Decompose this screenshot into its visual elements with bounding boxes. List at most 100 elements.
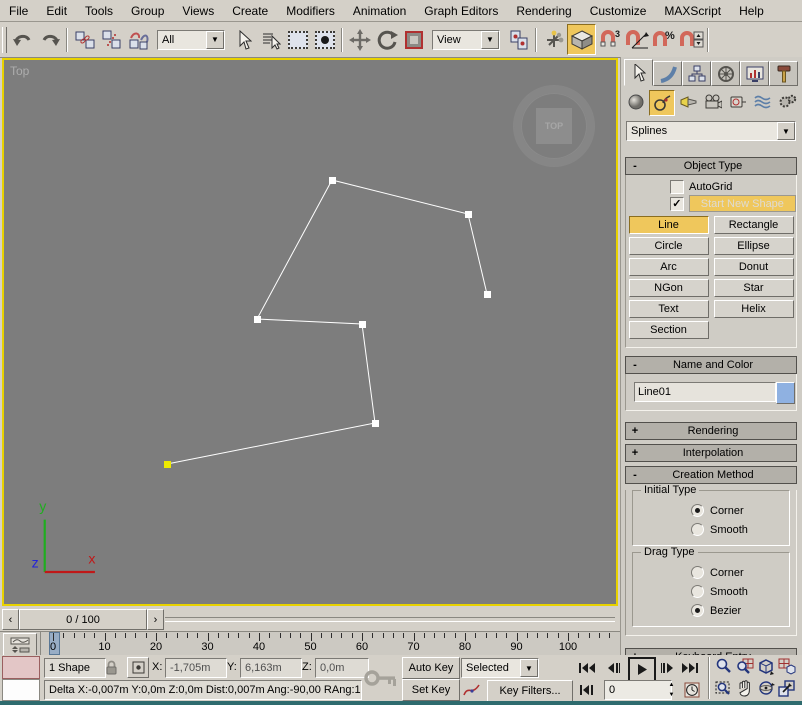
menu-views[interactable]: Views xyxy=(173,2,223,20)
helpers-category-button[interactable] xyxy=(726,90,750,114)
macro-recorder-swatch[interactable] xyxy=(2,656,40,679)
use-pivot-point-center-button[interactable] xyxy=(505,25,532,54)
rollout-interpolation[interactable]: +Interpolation xyxy=(625,444,797,462)
start-new-shape-checkbox[interactable]: ✓ xyxy=(670,197,684,211)
menu-rendering[interactable]: Rendering xyxy=(507,2,580,20)
select-and-link-button[interactable] xyxy=(71,25,98,54)
zoom-region-button[interactable] xyxy=(714,678,733,699)
object-name-field[interactable]: Line01 xyxy=(634,382,776,402)
window-crossing-button[interactable] xyxy=(311,25,338,54)
key-filters-button[interactable]: Key Filters... xyxy=(487,680,573,702)
undo-button[interactable] xyxy=(9,25,36,54)
select-and-scale-button[interactable] xyxy=(400,25,427,54)
select-and-manipulate-button[interactable] xyxy=(540,25,567,54)
start-new-shape-button[interactable]: Start New Shape xyxy=(689,195,796,212)
shapes-category-button[interactable] xyxy=(649,90,675,116)
rollout-object-type[interactable]: -Object Type xyxy=(625,157,797,175)
object-type-helix-button[interactable]: Helix xyxy=(714,300,794,318)
object-type-rectangle-button[interactable]: Rectangle xyxy=(714,216,794,234)
z-coordinate-field[interactable]: 0,0m xyxy=(315,658,369,678)
select-and-move-button[interactable] xyxy=(346,25,373,54)
object-type-ellipse-button[interactable]: Ellipse xyxy=(714,237,794,255)
track-bar-ruler[interactable]: 0102030405060708090100 xyxy=(40,632,621,656)
snaps-toggle-button[interactable] xyxy=(567,24,596,55)
radio-smooth[interactable]: Smooth xyxy=(633,520,789,539)
time-slider-next-button[interactable]: › xyxy=(147,609,164,630)
radio-bezier[interactable]: Bezier xyxy=(633,601,789,620)
arc-rotate-button[interactable] xyxy=(756,678,775,699)
rollout-keyboard-entry[interactable]: +Keyboard Entry xyxy=(625,648,797,655)
key-mode-toggle-button[interactable] xyxy=(576,680,598,700)
zoom-extents-button[interactable] xyxy=(756,656,775,677)
chevron-down-icon[interactable]: ▼ xyxy=(206,31,224,49)
key-mode-dropdown[interactable]: Selected ▼ xyxy=(461,658,539,678)
object-type-section-button[interactable]: Section xyxy=(629,321,709,339)
lights-category-button[interactable] xyxy=(676,90,700,114)
play-button[interactable] xyxy=(628,657,656,682)
open-mini-curve-editor-button[interactable] xyxy=(3,633,37,656)
chevron-down-icon[interactable]: ▼ xyxy=(777,122,795,140)
object-type-line-button[interactable]: Line xyxy=(629,216,709,234)
menu-modifiers[interactable]: Modifiers xyxy=(277,2,344,20)
tab-create[interactable] xyxy=(624,59,653,86)
tab-display[interactable] xyxy=(740,61,769,86)
spline-category-dropdown[interactable]: Splines ▼ xyxy=(626,121,796,141)
menu-help[interactable]: Help xyxy=(730,2,773,20)
keyboard-shortcut-override-toggle[interactable] xyxy=(362,661,400,695)
zoom-button[interactable] xyxy=(714,656,733,677)
object-color-swatch[interactable] xyxy=(776,382,795,404)
menu-edit[interactable]: Edit xyxy=(37,2,76,20)
rollout-rendering[interactable]: +Rendering xyxy=(625,422,797,440)
object-type-circle-button[interactable]: Circle xyxy=(629,237,709,255)
zoom-extents-all-button[interactable] xyxy=(777,656,796,677)
selection-filter-dropdown[interactable]: All ▼ xyxy=(157,30,225,50)
radio-corner[interactable]: Corner xyxy=(633,501,789,520)
tab-motion[interactable] xyxy=(711,61,740,86)
unlink-selection-button[interactable] xyxy=(98,25,125,54)
tab-utilities[interactable] xyxy=(769,61,798,86)
bind-to-space-warp-button[interactable] xyxy=(125,25,152,54)
spinner-up-icon[interactable]: ▲ xyxy=(666,680,677,690)
menu-maxscript[interactable]: MAXScript xyxy=(655,2,730,20)
menu-file[interactable]: File xyxy=(0,2,37,20)
menu-create[interactable]: Create xyxy=(223,2,277,20)
y-coordinate-field[interactable]: 6,163m xyxy=(240,658,302,678)
x-coordinate-field[interactable]: -1,705m xyxy=(165,658,227,678)
set-key-button[interactable]: Set Key xyxy=(402,679,460,701)
cameras-category-button[interactable] xyxy=(701,90,725,114)
chevron-down-icon[interactable]: ▼ xyxy=(520,659,538,677)
default-in-out-tangents-button[interactable] xyxy=(461,680,483,700)
auto-key-button[interactable]: Auto Key xyxy=(402,657,460,679)
object-type-donut-button[interactable]: Donut xyxy=(714,258,794,276)
next-frame-button[interactable] xyxy=(656,658,678,678)
object-type-text-button[interactable]: Text xyxy=(629,300,709,318)
tab-hierarchy[interactable] xyxy=(682,61,711,86)
autogrid-checkbox[interactable] xyxy=(670,180,684,194)
selection-lock-toggle[interactable] xyxy=(102,658,120,676)
frame-spinner[interactable]: ▲ ▼ xyxy=(666,680,677,700)
go-to-end-button[interactable] xyxy=(678,658,700,678)
select-object-button[interactable] xyxy=(230,25,257,54)
absolute-mode-transform-type-in[interactable] xyxy=(127,657,149,678)
rollout-creation-method[interactable]: -Creation Method xyxy=(625,466,797,484)
time-slider-track[interactable] xyxy=(165,617,615,622)
select-and-rotate-button[interactable] xyxy=(373,25,400,54)
snap-3d-button[interactable]: 3 xyxy=(596,25,623,54)
menu-animation[interactable]: Animation xyxy=(344,2,415,20)
previous-frame-button[interactable] xyxy=(602,658,624,678)
go-to-start-button[interactable] xyxy=(576,658,598,678)
min-max-toggle-button[interactable] xyxy=(777,678,796,699)
current-frame-field[interactable]: 0 xyxy=(604,680,672,700)
top-viewport[interactable]: Top TOP y z x xyxy=(2,58,618,606)
geometry-category-button[interactable] xyxy=(624,90,648,114)
redo-button[interactable] xyxy=(36,25,63,54)
space-warps-category-button[interactable] xyxy=(751,90,775,114)
rollout-name-and-color[interactable]: -Name and Color xyxy=(625,356,797,374)
menu-tools[interactable]: Tools xyxy=(76,2,122,20)
object-type-star-button[interactable]: Star xyxy=(714,279,794,297)
angle-snap-button[interactable] xyxy=(623,25,650,54)
maxscript-mini-listener[interactable] xyxy=(2,679,40,701)
radio-smooth[interactable]: Smooth xyxy=(633,582,789,601)
object-type-arc-button[interactable]: Arc xyxy=(629,258,709,276)
zoom-all-button[interactable] xyxy=(735,656,754,677)
